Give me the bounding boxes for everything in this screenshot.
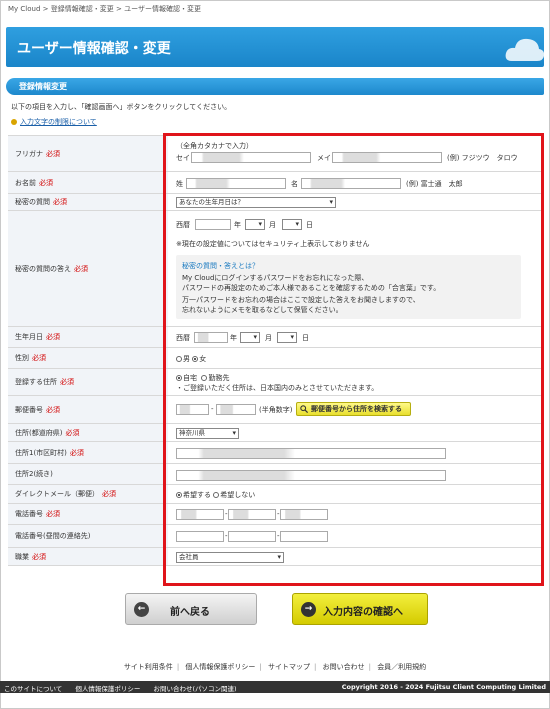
breadcrumb-account[interactable]: 登録情報確認・変更 xyxy=(51,5,114,13)
label-secret-answer: 秘密の質問の答え 必須 xyxy=(8,211,168,326)
cloud-icon xyxy=(505,38,544,61)
label-birthday: 生年月日 必須 xyxy=(8,327,168,347)
label-name: お名前 必須 xyxy=(8,172,168,193)
page-header: ユーザー情報確認・変更 xyxy=(6,27,544,67)
label-phone: 電話番号 必須 xyxy=(8,504,168,524)
label-address-type: 登録する住所 必須 xyxy=(8,369,168,395)
footer-privacy-link[interactable]: 個人情報保護ポリシー xyxy=(75,685,140,693)
footer-link-contact[interactable]: お問い合わせ xyxy=(323,663,365,671)
copyright: Copyright 2016 - 2024 Fujitsu Client Com… xyxy=(341,683,546,691)
page-title: ユーザー情報確認・変更 xyxy=(17,41,171,57)
required-badge: 必須 xyxy=(46,333,60,341)
required-badge: 必須 xyxy=(53,198,67,206)
label-text: 住所2(続き) xyxy=(15,470,53,478)
footer-link-membership[interactable]: 会員／利用規約 xyxy=(377,663,426,671)
back-button[interactable]: ← 前へ戻る xyxy=(125,593,257,625)
label-text: 性別 xyxy=(15,354,29,362)
label-phone-day: 電話番号(昼間の連絡先) xyxy=(8,525,168,547)
breadcrumb-sep: > xyxy=(42,5,49,13)
label-direct-mail: ダイレクトメール（郵便） 必須 xyxy=(8,485,168,503)
section-header: 登録情報変更 xyxy=(6,78,544,95)
footer-pc-contact-link[interactable]: お問い合わせ(パソコン関連) xyxy=(153,685,236,693)
required-badge: 必須 xyxy=(74,264,88,273)
footer-link-terms[interactable]: サイト利用条件 xyxy=(124,663,173,671)
label-text: 秘密の質問 xyxy=(15,198,50,206)
label-prefecture: 住所(都道府県) 必須 xyxy=(8,424,168,441)
footer-links: サイト利用条件 | 個人情報保護ポリシー | サイトマップ | お問い合わせ | 会員／… xyxy=(0,662,550,672)
required-badge: 必須 xyxy=(46,510,60,518)
section-title: 登録情報変更 xyxy=(19,82,67,91)
required-badge: 必須 xyxy=(60,378,74,386)
label-text: 電話番号(昼間の連絡先) xyxy=(15,532,91,540)
required-badge: 必須 xyxy=(69,448,84,457)
footer-link-privacy[interactable]: 個人情報保護ポリシー xyxy=(185,663,255,671)
label-gender: 性別 必須 xyxy=(8,348,168,368)
footer-sep: | xyxy=(176,663,180,671)
confirm-button[interactable]: → 入力内容の確認へ xyxy=(292,593,428,625)
label-text: お名前 xyxy=(15,178,36,187)
breadcrumb: My Cloud > 登録情報確認・変更 > ユーザー情報確認・変更 xyxy=(8,4,201,14)
label-text: 生年月日 xyxy=(15,333,43,341)
label-text: ダイレクトメール（郵便） xyxy=(15,490,99,498)
label-text: 郵便番号 xyxy=(15,405,43,414)
label-text: 電話番号 xyxy=(15,510,43,518)
footer-bar: このサイトについて 個人情報保護ポリシー お問い合わせ(パソコン関連) Copy… xyxy=(0,681,550,693)
label-text: 登録する住所 xyxy=(15,378,57,386)
required-badge: 必須 xyxy=(102,490,116,498)
label-text: フリガナ xyxy=(15,149,43,158)
label-text: 職業 xyxy=(15,552,29,561)
label-text: 秘密の質問の答え xyxy=(15,264,71,273)
footer-link-sitemap[interactable]: サイトマップ xyxy=(268,663,310,671)
required-badge: 必須 xyxy=(32,552,46,561)
footer-about-link[interactable]: このサイトについて xyxy=(4,685,62,693)
arrow-left-icon: ← xyxy=(134,602,149,617)
footer-bar-links: このサイトについて 個人情報保護ポリシー お問い合わせ(パソコン関連) xyxy=(4,683,248,693)
required-badge: 必須 xyxy=(39,178,53,187)
breadcrumb-home[interactable]: My Cloud xyxy=(8,5,40,13)
intro-text: 以下の項目を入力し、「確認画面へ」ボタンをクリックしてください。 xyxy=(11,103,232,111)
label-address1: 住所1(市区町村) 必須 xyxy=(8,442,168,463)
char-limit-link[interactable]: 入力文字の制限について xyxy=(11,117,97,127)
highlight-box xyxy=(163,133,544,586)
breadcrumb-sep: > xyxy=(115,5,122,13)
label-furigana: フリガナ 必須 xyxy=(8,136,168,171)
bullet-icon xyxy=(11,119,17,125)
footer-sep: | xyxy=(368,663,371,671)
required-badge: 必須 xyxy=(46,405,60,414)
label-text: 住所(都道府県) xyxy=(15,428,63,437)
breadcrumb-current: ユーザー情報確認・変更 xyxy=(124,5,201,13)
label-postal: 郵便番号 必須 xyxy=(8,396,168,423)
footer-sep: | xyxy=(314,663,317,671)
required-badge: 必須 xyxy=(32,354,46,362)
label-text: 住所1(市区町村) xyxy=(15,448,67,457)
label-address2: 住所2(続き) xyxy=(8,464,168,484)
back-button-label: 前へ戻る xyxy=(170,607,210,618)
footer-sep: | xyxy=(259,663,262,671)
label-secret-question: 秘密の質問 必須 xyxy=(8,194,168,210)
confirm-button-label: 入力内容の確認へ xyxy=(323,607,403,618)
required-badge: 必須 xyxy=(65,428,80,437)
required-badge: 必須 xyxy=(46,149,60,158)
label-occupation: 職業 必須 xyxy=(8,548,168,565)
char-limit-link-label: 入力文字の制限について xyxy=(20,118,97,126)
arrow-right-icon: → xyxy=(301,602,316,617)
